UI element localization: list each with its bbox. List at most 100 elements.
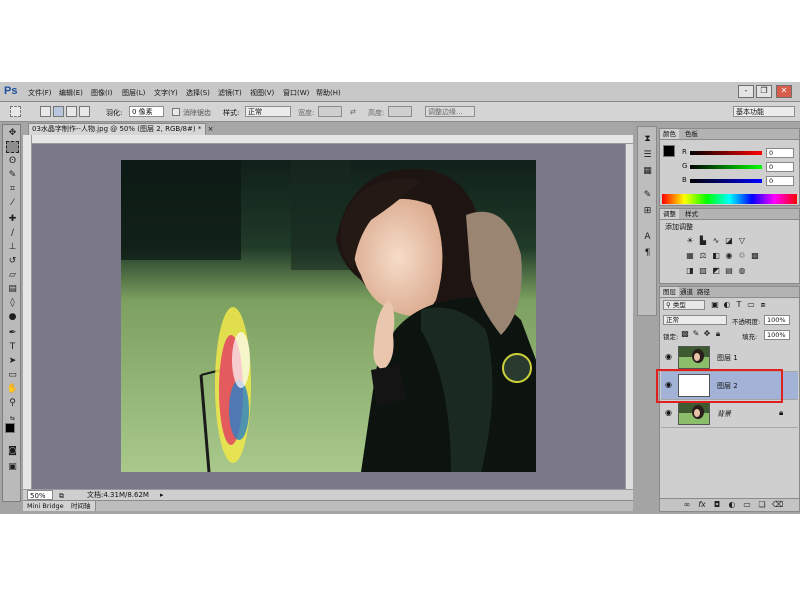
green-slider[interactable]: G 0: [682, 162, 798, 172]
width-input[interactable]: [318, 106, 342, 117]
green-value[interactable]: 0: [766, 162, 794, 172]
menu-image[interactable]: 图像(I): [91, 88, 113, 98]
clone-source-icon[interactable]: ⊞: [641, 205, 654, 217]
new-selection-icon[interactable]: [40, 106, 51, 117]
menu-window[interactable]: 窗口(W): [283, 88, 309, 98]
green-bar[interactable]: [690, 165, 762, 169]
red-slider[interactable]: R 0: [682, 148, 798, 158]
gradient-map-icon[interactable]: ▤: [724, 266, 734, 276]
path-select-icon[interactable]: ➤: [6, 355, 19, 367]
layer-row-background[interactable]: ◉ 背景 🔒︎: [661, 400, 798, 428]
menu-filter[interactable]: 滤镜(T): [218, 88, 242, 98]
tab-mini-bridge[interactable]: Mini Bridge: [23, 501, 69, 511]
document-tab[interactable]: 03水晶字制作--人物.jpg @ 50% (图层 2, RGB/8#) * ×: [28, 123, 213, 135]
history-brush-icon[interactable]: ↺: [6, 255, 19, 267]
tab-styles[interactable]: 样式: [682, 209, 701, 219]
invert-icon[interactable]: ◨: [685, 266, 695, 276]
lasso-tool-icon[interactable]: ʘ: [6, 155, 19, 167]
menu-type[interactable]: 文字(Y): [154, 88, 178, 98]
filter-adjust-icon[interactable]: ◐: [722, 300, 732, 310]
brush-panel-icon[interactable]: ✎: [641, 189, 654, 201]
exposure-icon[interactable]: ◪: [724, 236, 734, 246]
visibility-eye-icon[interactable]: ◉: [665, 408, 672, 417]
properties-panel-icon[interactable]: ☰: [641, 149, 654, 161]
type-tool-icon[interactable]: T: [6, 341, 19, 353]
gradient-tool-icon[interactable]: ▤: [6, 283, 19, 295]
blue-slider[interactable]: B 0: [682, 176, 798, 186]
layer-filter-select[interactable]: ⚲ 类型: [663, 300, 705, 310]
marquee-tool-icon[interactable]: [6, 141, 19, 153]
photo-filter-icon[interactable]: ◉: [724, 251, 734, 261]
filter-smart-icon[interactable]: ⧈: [758, 300, 768, 310]
restore-button[interactable]: ❐: [756, 85, 772, 98]
curves-icon[interactable]: ∿: [711, 236, 721, 246]
character-panel-icon[interactable]: A: [641, 231, 654, 243]
subtract-selection-icon[interactable]: [66, 106, 77, 117]
lock-transparent-icon[interactable]: ▩: [680, 329, 690, 339]
healing-brush-icon[interactable]: ✚: [6, 213, 19, 225]
canvas-photo[interactable]: [121, 160, 536, 472]
posterize-icon[interactable]: ▨: [698, 266, 708, 276]
lock-all-icon[interactable]: 🔒︎: [713, 329, 723, 339]
vertical-scrollbar[interactable]: [625, 144, 633, 489]
marquee-preset-icon[interactable]: [10, 106, 21, 117]
layer-name[interactable]: 背景: [717, 409, 731, 419]
tab-color[interactable]: 颜色: [660, 129, 679, 139]
blue-value[interactable]: 0: [766, 176, 794, 186]
layer-row-layer1[interactable]: ◉ 图层 1: [661, 344, 798, 372]
red-bar[interactable]: [690, 151, 762, 155]
hand-tool-icon[interactable]: ✋: [6, 383, 19, 395]
add-selection-icon[interactable]: [53, 106, 64, 117]
red-value[interactable]: 0: [766, 148, 794, 158]
workspace-select[interactable]: 基本功能: [733, 106, 795, 117]
blend-mode-select[interactable]: 正常: [663, 315, 727, 325]
move-tool-icon[interactable]: ✥: [6, 127, 19, 139]
filter-type-icon[interactable]: T: [734, 300, 744, 310]
bw-icon[interactable]: ◧: [711, 251, 721, 261]
lock-position-icon[interactable]: ✥: [702, 329, 712, 339]
screen-mode-icon[interactable]: ▣: [6, 461, 19, 473]
mask-icon[interactable]: ◘: [712, 500, 722, 510]
close-tab-icon[interactable]: ×: [208, 125, 214, 133]
quick-select-icon[interactable]: ✎: [6, 169, 19, 181]
link-icon[interactable]: ∞: [682, 500, 692, 510]
paragraph-panel-icon[interactable]: ¶: [641, 247, 654, 259]
menu-help[interactable]: 帮助(H): [316, 88, 341, 98]
trash-icon[interactable]: ⌫: [772, 500, 783, 510]
shape-tool-icon[interactable]: ▭: [6, 369, 19, 381]
tab-adjustments[interactable]: 调整: [660, 209, 679, 219]
swap-icon[interactable]: ⇄: [350, 108, 356, 116]
layer-name[interactable]: 图层 1: [717, 353, 738, 363]
style-select[interactable]: 正常: [245, 106, 291, 117]
eyedropper-icon[interactable]: ⁄: [6, 197, 19, 209]
menu-edit[interactable]: 编辑(E): [59, 88, 83, 98]
new-layer-icon[interactable]: ❏: [757, 500, 767, 510]
menu-select[interactable]: 选择(S): [186, 88, 210, 98]
color-lookup-icon[interactable]: ▩: [750, 251, 760, 261]
spectrum-ramp[interactable]: [662, 194, 797, 204]
color-balance-icon[interactable]: ⚖: [698, 251, 708, 261]
quick-mask-icon[interactable]: ◙: [6, 445, 19, 457]
tab-timeline[interactable]: 时间轴: [67, 501, 96, 511]
info-panel-icon[interactable]: ▦: [641, 165, 654, 177]
threshold-icon[interactable]: ◩: [711, 266, 721, 276]
fill-input[interactable]: 100%: [764, 330, 790, 340]
lock-pixels-icon[interactable]: ✎: [691, 329, 701, 339]
adjustment-icon[interactable]: ◐: [727, 500, 737, 510]
color-fg-swatch[interactable]: [663, 145, 675, 157]
feather-input[interactable]: 0 像素: [129, 106, 164, 117]
zoom-tool-icon[interactable]: ⚲: [6, 397, 19, 409]
intersect-selection-icon[interactable]: [79, 106, 90, 117]
menu-file[interactable]: 文件(F): [28, 88, 52, 98]
refine-edge-button[interactable]: 调整边缘...: [425, 106, 475, 117]
close-button[interactable]: ✕: [776, 85, 792, 98]
foreground-color-swatch[interactable]: [5, 423, 15, 433]
filter-pixel-icon[interactable]: ▣: [710, 300, 720, 310]
clone-stamp-icon[interactable]: ⊥: [6, 241, 19, 253]
minimize-button[interactable]: -: [738, 85, 754, 98]
vibrance-icon[interactable]: ▽: [737, 236, 747, 246]
brush-tool-icon[interactable]: ∕: [6, 227, 19, 239]
fx-icon[interactable]: fx: [697, 500, 707, 510]
tab-swatches[interactable]: 色板: [682, 129, 701, 139]
visibility-eye-icon[interactable]: ◉: [665, 352, 672, 361]
